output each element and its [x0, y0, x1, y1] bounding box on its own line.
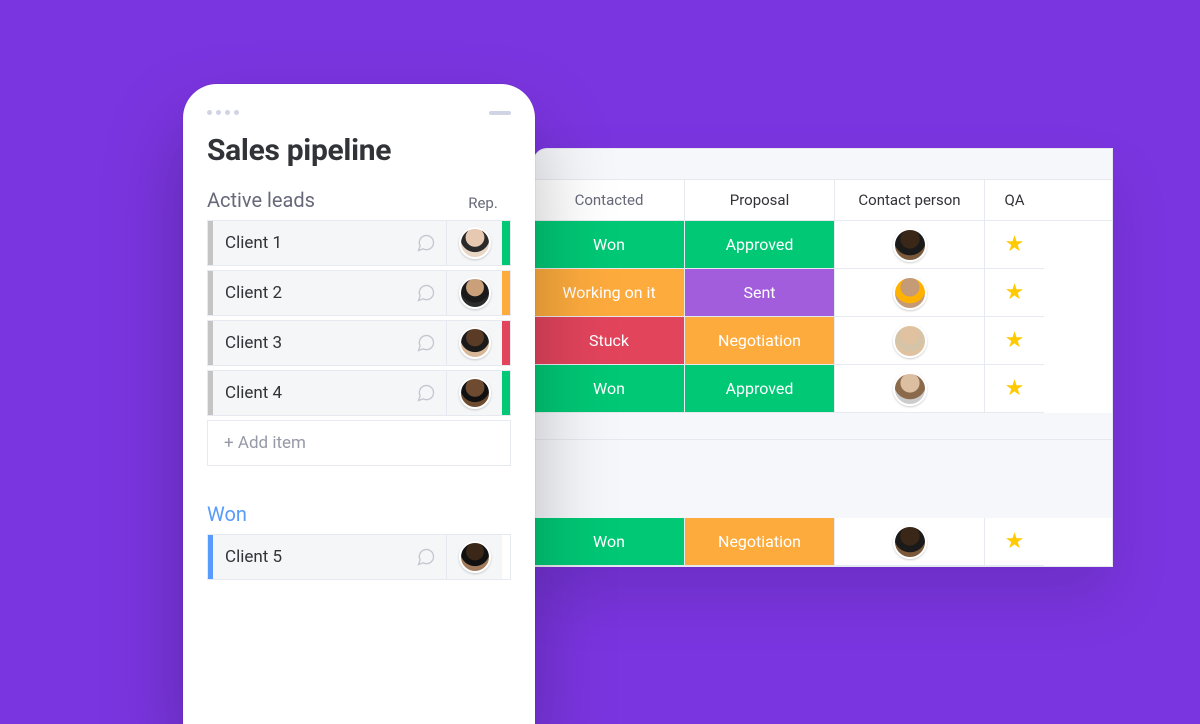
cell-contact-person[interactable] — [834, 269, 984, 317]
column-label-rep: Rep. — [455, 194, 511, 212]
group-title[interactable]: Active leads — [207, 188, 315, 212]
board-header-row: Contacted Proposal Contact person QA — [534, 179, 1112, 221]
status-chip: Won — [534, 518, 684, 565]
rep-cell[interactable] — [446, 321, 502, 365]
board-row[interactable]: Working on it Sent ★ — [534, 269, 1112, 317]
mobile-card: Sales pipeline Active leads Rep. Client … — [183, 84, 535, 724]
list-item[interactable]: Client 3 — [207, 320, 511, 366]
avatar — [893, 228, 927, 262]
column-header-contacted[interactable]: Contacted — [534, 180, 684, 220]
status-chip: Negotiation — [685, 518, 834, 565]
comment-icon[interactable] — [406, 333, 446, 353]
column-header-qa[interactable]: QA — [984, 180, 1044, 220]
status-stripe — [502, 271, 510, 315]
avatar — [459, 327, 491, 359]
list-item[interactable]: Client 5 — [207, 534, 511, 580]
rep-cell[interactable] — [446, 371, 502, 415]
client-name: Client 2 — [213, 283, 406, 303]
list-item[interactable]: Client 1 — [207, 220, 511, 266]
group-title[interactable]: Won — [207, 502, 247, 526]
board-row[interactable]: Won Negotiation ★ — [534, 518, 1112, 566]
page-title: Sales pipeline — [207, 133, 511, 168]
group-header-won: Won — [207, 502, 511, 526]
client-name: Client 4 — [213, 383, 406, 403]
status-chip: Sent — [685, 269, 834, 316]
battery-icon — [489, 111, 511, 115]
client-name: Client 3 — [213, 333, 406, 353]
star-icon: ★ — [1005, 531, 1025, 553]
status-chip: Stuck — [534, 317, 684, 364]
cell-qa[interactable]: ★ — [984, 518, 1044, 566]
rep-cell[interactable] — [446, 271, 502, 315]
cell-proposal[interactable]: Approved — [684, 365, 834, 413]
cell-contact-person[interactable] — [834, 221, 984, 269]
comment-icon[interactable] — [406, 233, 446, 253]
column-header-contact-person[interactable]: Contact person — [834, 180, 984, 220]
comment-icon[interactable] — [406, 383, 446, 403]
rep-cell[interactable] — [446, 535, 502, 579]
desktop-board: Contacted Proposal Contact person QA Won… — [533, 148, 1113, 567]
status-chip: Working on it — [534, 269, 684, 316]
cell-qa[interactable]: ★ — [984, 221, 1044, 269]
status-stripe — [502, 221, 510, 265]
cell-qa[interactable]: ★ — [984, 269, 1044, 317]
cell-contact-person[interactable] — [834, 317, 984, 365]
cell-proposal[interactable]: Negotiation — [684, 317, 834, 365]
avatar — [459, 277, 491, 309]
client-name: Client 1 — [213, 233, 406, 253]
status-stripe — [502, 371, 510, 415]
board-gap — [534, 440, 1112, 518]
avatar — [459, 541, 491, 573]
cell-proposal[interactable]: Approved — [684, 221, 834, 269]
avatar — [459, 377, 491, 409]
cell-qa[interactable]: ★ — [984, 317, 1044, 365]
cell-qa[interactable]: ★ — [984, 365, 1044, 413]
cell-contacted[interactable]: Stuck — [534, 317, 684, 365]
avatar — [893, 276, 927, 310]
comment-icon[interactable] — [406, 547, 446, 567]
list-item[interactable]: Client 2 — [207, 270, 511, 316]
avatar — [893, 324, 927, 358]
avatar — [893, 525, 927, 559]
group-header-active-leads: Active leads Rep. — [207, 188, 511, 212]
star-icon: ★ — [1005, 234, 1025, 256]
status-stripe — [502, 321, 510, 365]
column-header-proposal[interactable]: Proposal — [684, 180, 834, 220]
status-chip: Approved — [685, 365, 834, 412]
comment-icon[interactable] — [406, 283, 446, 303]
add-item-button[interactable]: + Add item — [207, 420, 511, 466]
status-chip: Approved — [685, 221, 834, 268]
avatar — [893, 372, 927, 406]
board-row[interactable]: Stuck Negotiation ★ — [534, 317, 1112, 365]
cell-contacted[interactable]: Won — [534, 365, 684, 413]
star-icon: ★ — [1005, 378, 1025, 400]
client-name: Client 5 — [213, 547, 406, 567]
cell-proposal[interactable]: Negotiation — [684, 518, 834, 566]
status-chip: Negotiation — [685, 317, 834, 364]
avatar — [459, 227, 491, 259]
cell-contacted[interactable]: Working on it — [534, 269, 684, 317]
cell-contacted[interactable]: Won — [534, 221, 684, 269]
status-chip: Won — [534, 365, 684, 412]
board-spacer — [534, 413, 1112, 439]
list-item[interactable]: Client 4 — [207, 370, 511, 416]
star-icon: ★ — [1005, 282, 1025, 304]
cell-contact-person[interactable] — [834, 365, 984, 413]
status-stripe — [502, 535, 510, 579]
board-row[interactable]: Won Approved ★ — [534, 221, 1112, 269]
cell-proposal[interactable]: Sent — [684, 269, 834, 317]
star-icon: ★ — [1005, 330, 1025, 352]
signal-dots-icon — [207, 110, 239, 115]
board-row[interactable]: Won Approved ★ — [534, 365, 1112, 413]
mobile-statusbar — [207, 110, 511, 115]
cell-contacted[interactable]: Won — [534, 518, 684, 566]
status-chip: Won — [534, 221, 684, 268]
rep-cell[interactable] — [446, 221, 502, 265]
cell-contact-person[interactable] — [834, 518, 984, 566]
